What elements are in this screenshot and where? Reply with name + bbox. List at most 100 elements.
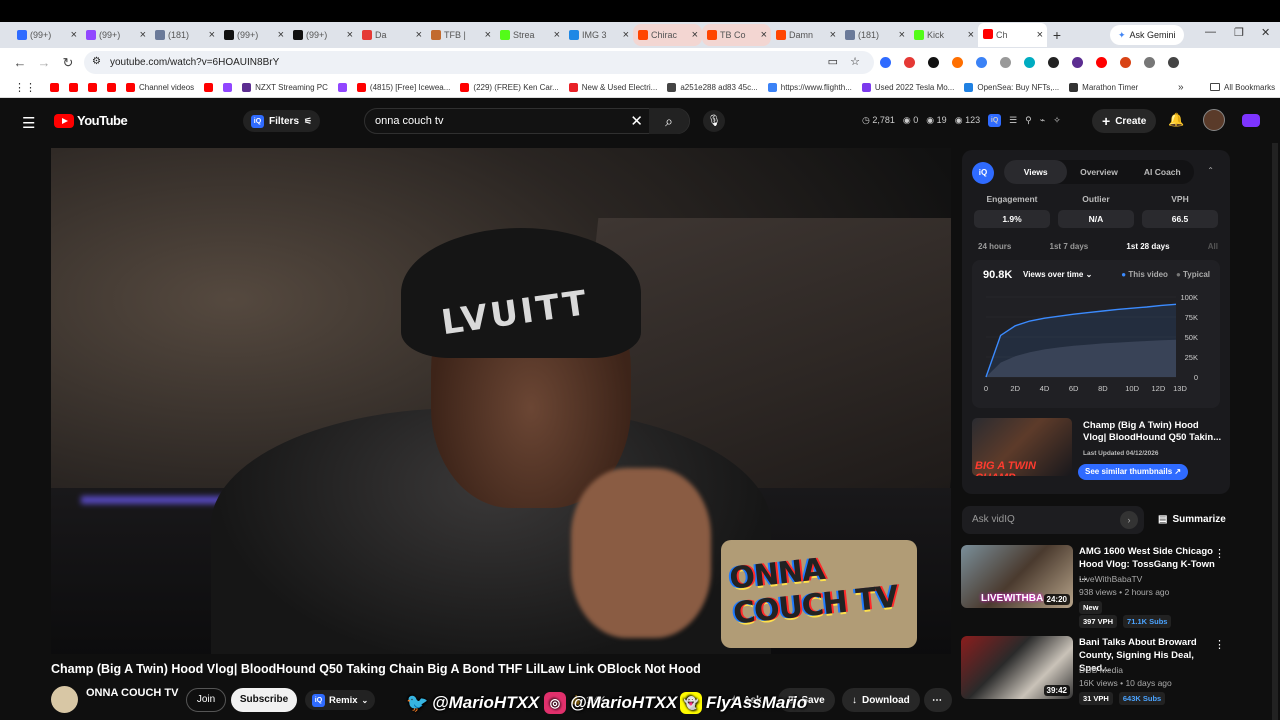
range-28-days[interactable]: 1st 28 days [1126,242,1169,251]
youtube-logo[interactable]: YouTube [54,113,128,128]
forward-icon[interactable]: → [32,55,56,70]
extension-icon[interactable] [952,57,963,68]
browser-tab[interactable]: TFB | × [426,24,495,46]
bookmark-star-icon[interactable]: ☆ [850,55,860,68]
apps-icon[interactable]: ⋮⋮ [14,81,36,94]
browser-tab[interactable]: TB Co × [702,24,771,46]
bookmark-item[interactable] [69,82,78,92]
browser-tab[interactable]: Da × [357,24,426,46]
bookmark-item[interactable] [50,82,59,92]
recommended-channel[interactable]: DGB Media [1079,665,1123,675]
browser-tab[interactable]: (181) × [840,24,909,46]
join-button[interactable]: Join [186,688,226,712]
all-bookmarks[interactable]: All Bookmarks [1210,83,1275,92]
similar-thumbnails-button[interactable]: See similar thumbnails ↗ [1078,464,1189,480]
bookmark-item[interactable]: NZXT Streaming PC [242,82,328,92]
range-7-days[interactable]: 1st 7 days [1050,242,1089,251]
more-icon[interactable]: ⋮ [1214,638,1225,651]
vidiq-tool-icon[interactable]: ✧ [1053,115,1061,126]
search-button[interactable]: ⌕ [649,108,689,134]
extension-icon[interactable] [880,57,891,68]
close-tab-icon[interactable]: × [485,29,491,41]
send-icon[interactable]: › [1120,511,1138,529]
browser-tab[interactable]: Kick × [909,24,978,46]
close-window-icon[interactable]: ✕ [1261,26,1270,39]
bookmark-item[interactable]: Used 2022 Tesla Mo... [861,82,954,92]
minimize-icon[interactable]: — [1205,26,1216,38]
recommended-thumbnail[interactable]: 39:42 [961,636,1073,699]
close-tab-icon[interactable]: × [692,29,698,41]
tab-overview[interactable]: Overview [1067,160,1130,184]
browser-tab[interactable]: Chirac × [633,24,702,46]
bookmark-item[interactable] [204,82,214,92]
reload-icon[interactable]: ↻ [56,55,80,71]
close-tab-icon[interactable]: × [209,29,215,41]
tab-ai-coach[interactable]: AI Coach [1131,160,1194,184]
browser-tab[interactable]: IMG 3 × [564,24,633,46]
browser-tab[interactable]: (99+) × [12,24,81,46]
close-tab-icon[interactable]: × [71,29,77,41]
close-tab-icon[interactable]: × [830,29,836,41]
vidiq-tool-icon[interactable]: ⌁ [1040,115,1045,126]
account-avatar[interactable] [1203,109,1225,131]
channel-name[interactable]: ONNA COUCH TV [86,687,178,699]
tab-views[interactable]: Views [1004,160,1068,184]
maximize-icon[interactable]: ❐ [1234,26,1244,39]
recommended-video[interactable]: 39:42 Bani Talks About Broward County, S… [961,636,1231,718]
collapse-icon[interactable]: ⌃ [1207,166,1214,175]
vidiq-tool-icon[interactable]: ☰ [1009,115,1017,126]
ask-gemini-button[interactable]: ✦ Ask Gemini [1110,25,1184,45]
close-tab-icon[interactable]: × [416,29,422,41]
address-bar[interactable]: ⚙ youtube.com/watch?v=6HOAUIN8BrY ▭ ☆ [84,51,874,74]
vidiq-tool-icon[interactable]: ⚲ [1025,115,1032,126]
extension-icon[interactable] [1000,57,1011,68]
extension-icon[interactable] [928,57,939,68]
filters-button[interactable]: iQ Filters ⚟ [243,110,321,132]
extension-icon[interactable] [1096,57,1107,68]
video-player[interactable]: LVUITT ONNA COUCH TV [51,148,951,654]
bookmark-item[interactable] [107,82,116,92]
bookmark-item[interactable] [337,82,347,92]
extension-icon[interactable] [1024,57,1035,68]
close-tab-icon[interactable]: × [899,29,905,41]
browser-tab[interactable]: (99+) × [81,24,150,46]
new-tab-button[interactable]: + [1047,27,1067,43]
bookmark-item[interactable]: OpenSea: Buy NFTs,... [964,82,1059,92]
menu-icon[interactable]: ☰ [22,114,35,132]
browser-tab[interactable]: Damn × [771,24,840,46]
create-button[interactable]: + Create [1092,109,1157,133]
recommended-thumbnail[interactable]: LIVEWITHBA 24:20 [961,545,1073,608]
extension-icon[interactable] [1072,57,1083,68]
extension-icon[interactable] [1144,57,1155,68]
recommended-video[interactable]: LIVEWITHBA 24:20 AMG 1600 West Side Chic… [961,545,1231,628]
summarize-button[interactable]: ▤ Summarize [1158,514,1226,525]
close-tab-icon[interactable]: × [140,29,146,41]
browser-tab[interactable]: Strea × [495,24,564,46]
clear-search-icon[interactable]: ✕ [630,112,643,130]
cast-icon[interactable]: ▭ [828,55,838,68]
recommended-channel[interactable]: LiveWithBabaTV [1079,574,1142,584]
close-tab-icon[interactable]: × [968,29,974,41]
extension-icon[interactable] [904,57,915,68]
extension-badge-icon[interactable] [1242,114,1260,127]
extension-icon[interactable] [1120,57,1131,68]
search-input[interactable]: onna couch tv ✕ ⌕ [364,108,690,134]
bookmark-item[interactable]: a251e288 ad83 45c... [667,82,758,92]
more-icon[interactable]: ⋮ [1214,547,1225,560]
bookmark-item[interactable]: (229) (FREE) Ken Car... [460,82,559,92]
voice-search-button[interactable]: 🎙 [703,110,725,132]
site-info-icon[interactable]: ⚙ [92,56,101,67]
extension-icon[interactable] [976,57,987,68]
range-24-hours[interactable]: 24 hours [978,242,1011,251]
download-button[interactable]: ↓ Download [842,688,920,712]
remix-button[interactable]: iQ Remix ⌄ [305,690,376,710]
close-tab-icon[interactable]: × [278,29,284,41]
extension-icon[interactable] [1048,57,1059,68]
close-tab-icon[interactable]: × [623,29,629,41]
subscribe-button[interactable]: Subscribe [231,688,297,712]
bookmark-item[interactable]: Channel videos [126,82,194,92]
channel-avatar[interactable] [51,686,78,713]
bookmark-item[interactable] [88,82,97,92]
page-scrollbar[interactable] [1272,143,1278,720]
notifications-icon[interactable]: 🔔 [1168,112,1184,128]
